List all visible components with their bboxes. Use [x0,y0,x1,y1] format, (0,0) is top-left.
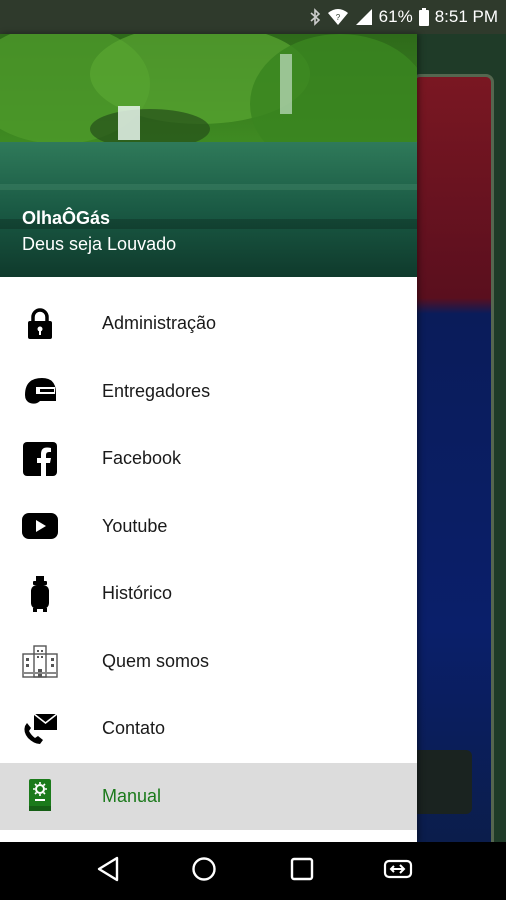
facebook-icon [22,441,58,477]
menu-item-quem-somos[interactable]: Quem somos [0,628,417,696]
status-icons: ? 61% 8:51 PM [309,0,498,34]
wifi-icon: ? [327,8,349,26]
building-icon [22,643,58,679]
menu-item-contato[interactable]: Contato [0,695,417,763]
bluetooth-icon [309,8,321,26]
clock: 8:51 PM [434,7,498,26]
menu-item-label: Contato [102,718,166,739]
signal-icon [355,8,373,26]
lock-icon [22,306,58,342]
app-subtitle: Deus seja Louvado [22,234,177,254]
youtube-icon [22,508,58,544]
helmet-icon [22,373,58,409]
contact-icon [22,711,58,747]
menu-item-youtube[interactable]: Youtube [0,493,417,561]
menu-item-label: Youtube [102,515,168,536]
battery-percent: 61% [378,7,413,26]
menu-item-administracao[interactable]: Administração [0,290,417,358]
switch-apps-icon [383,857,413,886]
switch-apps-button[interactable] [383,856,413,886]
manual-icon [22,778,58,814]
system-nav-bar [0,842,506,900]
status-bar: ? 61% 8:51 PM [0,0,506,34]
menu-item-facebook[interactable]: Facebook [0,425,417,493]
recents-icon [290,857,314,886]
menu-item-label: Administração [102,313,217,334]
menu-item-entregadores[interactable]: Entregadores [0,358,417,426]
back-button[interactable] [93,856,123,886]
svg-text:?: ? [335,13,340,22]
menu-item-label: Quem somos [102,650,210,671]
gas-cylinder-icon [22,575,58,612]
menu-item-manual[interactable]: Manual [0,762,417,830]
app-title: OlhaÔGás [22,208,111,228]
recents-button[interactable] [287,856,317,886]
menu-item-label: Entregadores [102,380,211,401]
menu-item-historico[interactable]: Histórico [0,560,417,628]
background-app-card [412,750,472,814]
home-button[interactable] [189,856,219,886]
navigation-drawer: OlhaÔGás Deus seja Louvado Administração… [0,34,417,842]
menu-item-label: Facebook [102,448,182,469]
menu-item-label: Manual [102,785,162,806]
drawer-header: OlhaÔGás Deus seja Louvado [0,34,417,277]
menu-item-label: Histórico [102,583,173,604]
back-icon [96,856,120,887]
home-icon [191,856,217,887]
drawer-menu: Administração Entregadores Facebook Yout… [0,290,417,830]
battery-icon [418,8,429,26]
